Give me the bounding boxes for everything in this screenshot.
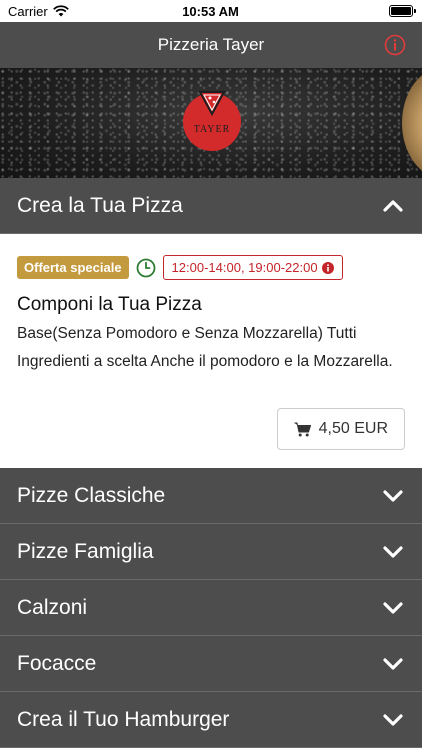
carrier-label: Carrier <box>8 3 48 19</box>
cart-icon <box>294 422 311 436</box>
section-header-pizze-classiche[interactable]: Pizze Classiche <box>0 468 422 524</box>
menu-item-componi-pizza: Offerta speciale 12:00-14:00, 19:00-22:0… <box>0 234 422 468</box>
hours-text: 12:00-14:00, 19:00-22:00 <box>171 260 318 275</box>
section-header-crea-pizza[interactable]: Crea la Tua Pizza <box>0 178 422 234</box>
chevron-up-icon <box>383 199 403 212</box>
section-title: Pizze Famiglia <box>17 539 154 563</box>
chevron-down-icon <box>383 657 403 670</box>
chevron-down-icon <box>383 713 403 726</box>
hours-badge: 12:00-14:00, 19:00-22:00 <box>162 255 343 280</box>
info-icon[interactable] <box>384 34 406 56</box>
section-header-pizze-famiglia[interactable]: Pizze Famiglia <box>0 524 422 580</box>
section-header-calzoni[interactable]: Calzoni <box>0 580 422 636</box>
navbar: Pizzeria Tayer <box>0 22 422 68</box>
section-title: Pizze Classiche <box>17 483 166 507</box>
section-title: Focacce <box>17 651 97 675</box>
price-label: 4,50 EUR <box>318 420 388 437</box>
header-banner: TAYER <box>0 68 422 178</box>
chevron-down-icon <box>383 601 403 614</box>
item-description: Base(Senza Pomodoro e Senza Mozzarella) … <box>17 325 393 370</box>
section-header-focacce[interactable]: Focacce <box>0 636 422 692</box>
status-time: 10:53 AM <box>182 3 239 19</box>
chevron-down-icon <box>383 545 403 558</box>
tayer-logo: TAYER <box>183 91 241 151</box>
item-title: Componi la Tua Pizza <box>17 294 202 315</box>
chevron-down-icon <box>383 489 403 502</box>
add-to-cart-button[interactable]: 4,50 EUR <box>276 408 405 450</box>
logo-text: TAYER <box>194 124 231 135</box>
page-title: Pizzeria Tayer <box>157 35 265 54</box>
wifi-icon <box>52 5 69 17</box>
battery-icon <box>388 5 416 17</box>
info-icon <box>321 261 334 274</box>
clock-icon <box>136 258 155 277</box>
section-title: Crea il Tuo Hamburger <box>17 707 230 731</box>
section-title: Calzoni <box>17 595 88 619</box>
status-bar: Carrier 10:53 AM <box>0 0 422 22</box>
offer-badge: Offerta speciale <box>17 256 129 279</box>
section-title: Crea la Tua Pizza <box>17 193 183 217</box>
section-header-crea-hamburger[interactable]: Crea il Tuo Hamburger <box>0 692 422 748</box>
